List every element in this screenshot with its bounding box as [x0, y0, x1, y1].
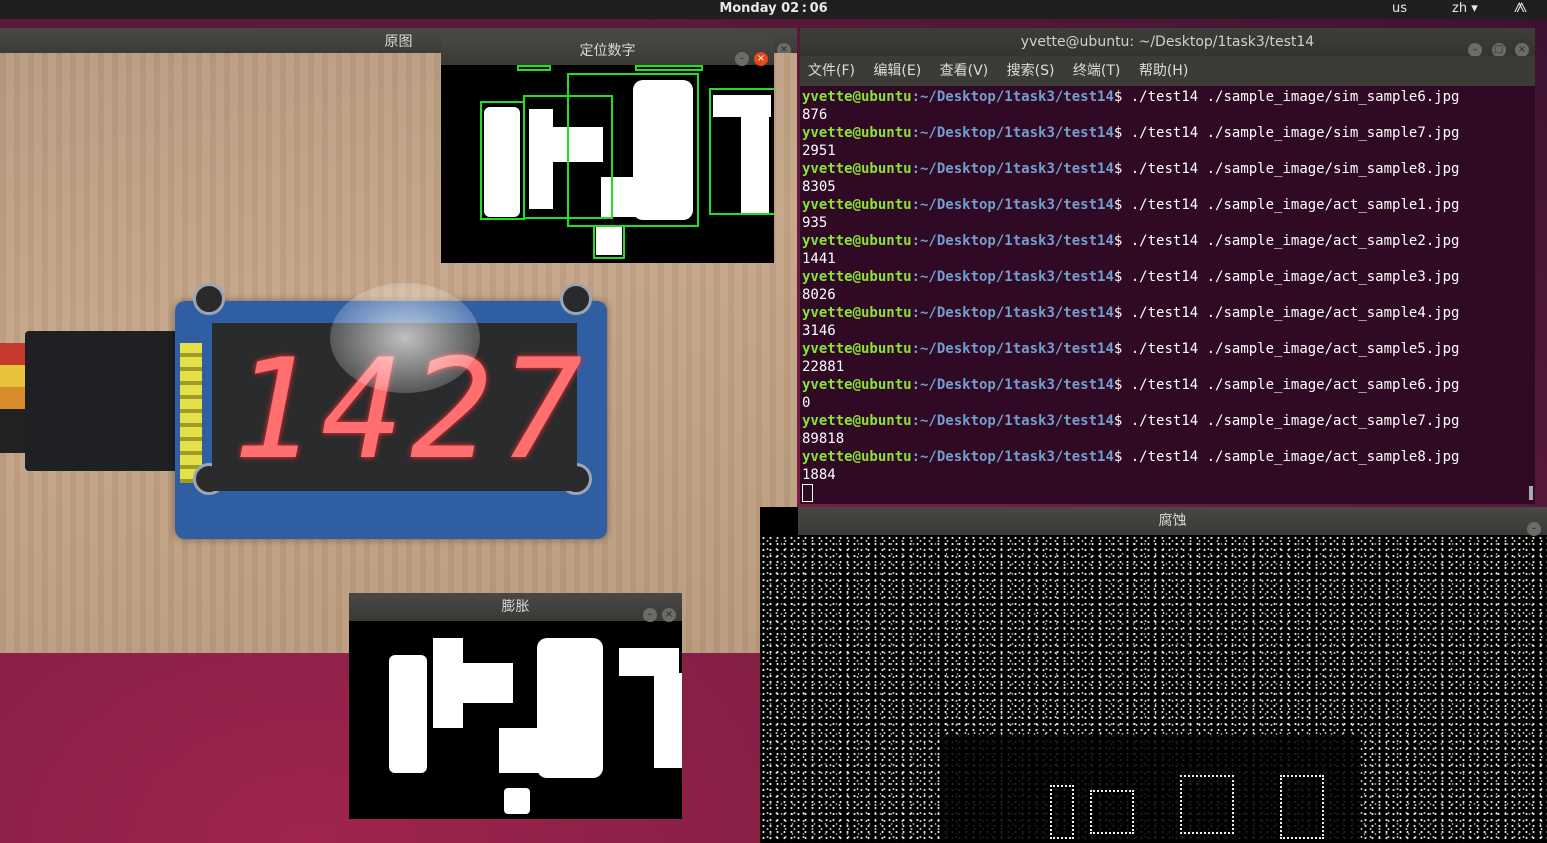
close-icon[interactable]: × [754, 52, 768, 66]
language-menu[interactable]: zh ▾ [1452, 1, 1478, 16]
terminal-cursor[interactable] [802, 484, 813, 502]
clock[interactable]: Monday 02 : 06 [0, 1, 1547, 16]
window-title: 定位数字 [579, 43, 636, 59]
command-text: ./test14 ./sample_image/act_sample7.jpg [1122, 413, 1460, 429]
menu-edit[interactable]: 编辑(E) [873, 63, 921, 79]
prompt-path: :~/Desktop/1task3/test14 [911, 161, 1114, 177]
window-title: 腐蚀 [1158, 513, 1187, 529]
light-glare [330, 283, 480, 393]
minimize-icon[interactable]: – [735, 52, 749, 66]
terminal-prompt-line: yvette@ubuntu:~/Desktop/1task3/test14$ .… [802, 304, 1527, 322]
close-icon[interactable]: × [662, 608, 676, 622]
prompt-user: yvette@ubuntu [802, 125, 912, 141]
prompt-path: :~/Desktop/1task3/test14 [911, 413, 1114, 429]
connector [25, 331, 185, 471]
prompt-user: yvette@ubuntu [802, 305, 912, 321]
window-titlebar[interactable]: 腐蚀 – [798, 507, 1547, 536]
keyboard-indicator[interactable]: us [1392, 1, 1407, 16]
command-text: ./test14 ./sample_image/act_sample5.jpg [1122, 341, 1460, 357]
command-output: 22881 [802, 359, 845, 375]
terminal-menubar: 文件(F) 编辑(E) 查看(V) 搜索(S) 终端(T) 帮助(H) [800, 56, 1535, 86]
mount-hole [560, 283, 592, 315]
command-text: ./test14 ./sample_image/sim_sample7.jpg [1122, 125, 1460, 141]
command-text: ./test14 ./sample_image/act_sample8.jpg [1122, 449, 1460, 465]
command-text: ./test14 ./sample_image/sim_sample6.jpg [1122, 89, 1460, 105]
maximize-icon[interactable]: □ [1491, 43, 1506, 57]
window-titlebar[interactable]: 定位数字 – × [441, 37, 774, 66]
prompt-path: :~/Desktop/1task3/test14 [911, 197, 1114, 213]
menu-search[interactable]: 搜索(S) [1007, 63, 1055, 79]
command-output: 876 [802, 107, 828, 123]
window-title: 膨胀 [501, 599, 530, 615]
header-pins [180, 343, 202, 483]
prompt-path: :~/Desktop/1task3/test14 [911, 305, 1114, 321]
terminal-window: yvette@ubuntu: ~/Desktop/1task3/test14 –… [800, 28, 1535, 504]
prompt-user: yvette@ubuntu [802, 89, 912, 105]
prompt-path: :~/Desktop/1task3/test14 [911, 89, 1114, 105]
mount-hole [193, 283, 225, 315]
terminal-prompt-line: yvette@ubuntu:~/Desktop/1task3/test14$ .… [802, 340, 1527, 358]
terminal-prompt-line: yvette@ubuntu:~/Desktop/1task3/test14$ .… [802, 376, 1527, 394]
command-output: 2951 [802, 143, 836, 159]
prompt-user: yvette@ubuntu [802, 377, 912, 393]
command-output: 8305 [802, 179, 836, 195]
command-text: ./test14 ./sample_image/act_sample3.jpg [1122, 269, 1460, 285]
minimize-icon[interactable]: – [1527, 522, 1541, 536]
minimize-icon[interactable]: – [1468, 43, 1483, 57]
menu-help[interactable]: 帮助(H) [1139, 63, 1188, 79]
command-text: ./test14 ./sample_image/act_sample1.jpg [1122, 197, 1460, 213]
command-output: 89818 [802, 431, 845, 447]
command-output: 3146 [802, 323, 836, 339]
window-title: yvette@ubuntu: ~/Desktop/1task3/test14 [1020, 34, 1315, 50]
terminal-prompt-line: yvette@ubuntu:~/Desktop/1task3/test14$ .… [802, 160, 1527, 178]
command-output: 1884 [802, 467, 836, 483]
prompt-user: yvette@ubuntu [802, 161, 912, 177]
prompt-path: :~/Desktop/1task3/test14 [911, 125, 1114, 141]
window-titlebar[interactable]: yvette@ubuntu: ~/Desktop/1task3/test14 –… [800, 28, 1535, 57]
prompt-user: yvette@ubuntu [802, 341, 912, 357]
terminal-output[interactable]: yvette@ubuntu:~/Desktop/1task3/test14$ .… [802, 88, 1527, 502]
prompt-user: yvette@ubuntu [802, 269, 912, 285]
terminal-prompt-line: yvette@ubuntu:~/Desktop/1task3/test14$ .… [802, 448, 1527, 466]
prompt-path: :~/Desktop/1task3/test14 [911, 233, 1114, 249]
terminal-prompt-line: yvette@ubuntu:~/Desktop/1task3/test14$ .… [802, 412, 1527, 430]
terminal-prompt-line: yvette@ubuntu:~/Desktop/1task3/test14$ .… [802, 88, 1527, 106]
command-text: ./test14 ./sample_image/act_sample4.jpg [1122, 305, 1460, 321]
window-erode: 腐蚀 – [760, 507, 1547, 843]
top-panel: Monday 02 : 06 us zh ▾ ⨇ [0, 0, 1547, 19]
prompt-path: :~/Desktop/1task3/test14 [911, 269, 1114, 285]
terminal-scrollbar[interactable] [1529, 486, 1533, 500]
command-output: 1441 [802, 251, 836, 267]
eroded-image [760, 535, 1547, 843]
command-output: 8026 [802, 287, 836, 303]
command-text: ./test14 ./sample_image/sim_sample8.jpg [1122, 161, 1460, 177]
prompt-user: yvette@ubuntu [802, 233, 912, 249]
prompt-user: yvette@ubuntu [802, 197, 912, 213]
minimize-icon[interactable]: – [643, 608, 657, 622]
prompt-path: :~/Desktop/1task3/test14 [911, 377, 1114, 393]
command-output: 0 [802, 395, 811, 411]
menu-terminal[interactable]: 终端(T) [1073, 63, 1120, 79]
menu-file[interactable]: 文件(F) [808, 63, 855, 79]
prompt-path: :~/Desktop/1task3/test14 [911, 449, 1114, 465]
network-icon[interactable]: ⨇ [1514, 1, 1527, 16]
command-text: ./test14 ./sample_image/act_sample6.jpg [1122, 377, 1460, 393]
prompt-user: yvette@ubuntu [802, 449, 912, 465]
terminal-prompt-line: yvette@ubuntu:~/Desktop/1task3/test14$ .… [802, 268, 1527, 286]
window-title: 原图 [384, 34, 413, 50]
command-output: 935 [802, 215, 828, 231]
terminal-prompt-line: yvette@ubuntu:~/Desktop/1task3/test14$ .… [802, 232, 1527, 250]
prompt-path: :~/Desktop/1task3/test14 [911, 341, 1114, 357]
window-titlebar[interactable]: 膨胀 – × [349, 593, 682, 622]
prompt-user: yvette@ubuntu [802, 413, 912, 429]
menu-view[interactable]: 查看(V) [940, 63, 989, 79]
terminal-prompt-line: yvette@ubuntu:~/Desktop/1task3/test14$ .… [802, 196, 1527, 214]
terminal-prompt-line: yvette@ubuntu:~/Desktop/1task3/test14$ .… [802, 124, 1527, 142]
command-text: ./test14 ./sample_image/act_sample2.jpg [1122, 233, 1460, 249]
window-dilate: 膨胀 – × [349, 593, 682, 819]
window-locate-digits: 定位数字 – × [441, 37, 774, 263]
close-icon[interactable]: × [1515, 43, 1529, 57]
